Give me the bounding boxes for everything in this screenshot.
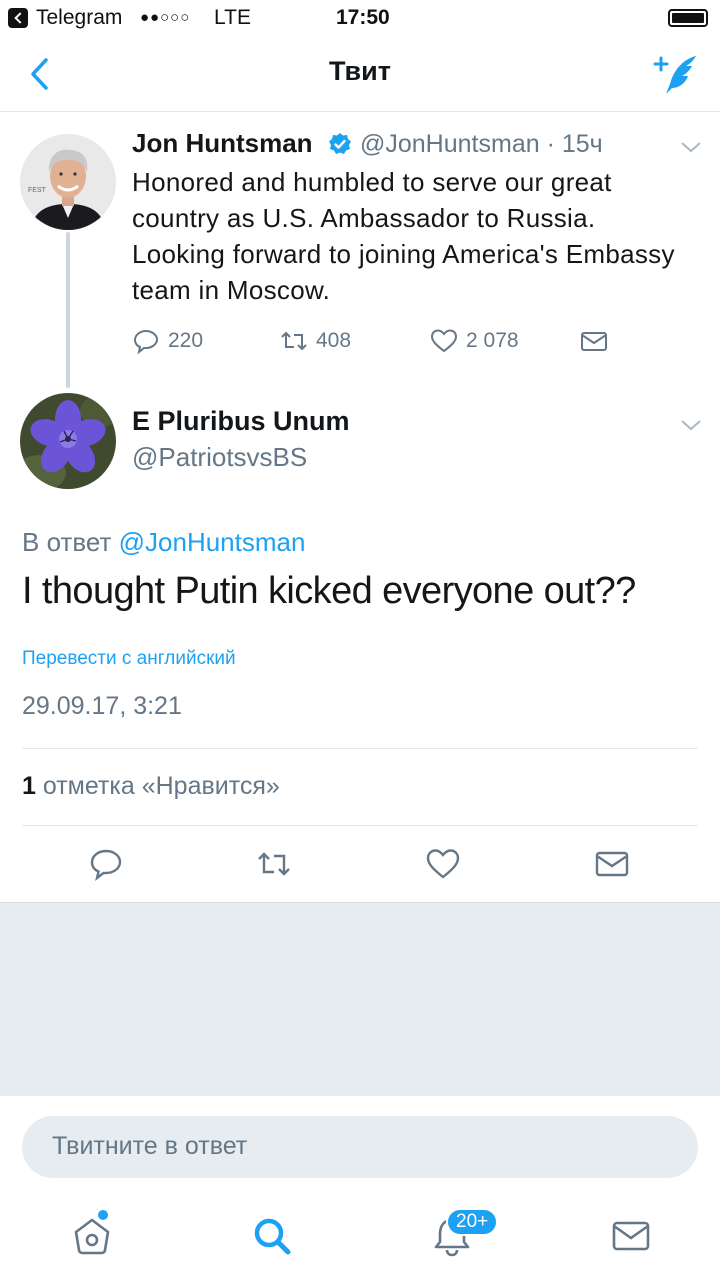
tweet-timestamp: 29.09.17, 3:21	[22, 692, 182, 720]
dm-button[interactable]	[594, 846, 630, 882]
reply-context: В ответ @JonHuntsman	[22, 527, 306, 557]
heart-icon	[426, 849, 460, 879]
reply-count: 220	[168, 329, 204, 352]
status-app-name[interactable]: Telegram	[36, 6, 122, 30]
reply-to-link[interactable]: @JonHuntsman	[119, 527, 306, 557]
author-name[interactable]: E Pluribus Unum	[132, 406, 350, 437]
reply-action[interactable]: 220	[132, 326, 203, 356]
reply-button[interactable]	[88, 846, 124, 882]
avatar[interactable]: FEST	[20, 134, 116, 230]
messages-icon[interactable]	[609, 1214, 653, 1258]
chevron-down-icon[interactable]	[680, 418, 702, 432]
like-count: 2 078	[466, 329, 519, 352]
like-action[interactable]: 2 078	[430, 326, 519, 356]
page-title: Твит	[329, 56, 391, 86]
reply-input-placeholder: Твитните в ответ	[52, 1132, 248, 1160]
tweet-text: Honored and humbled to serve our great c…	[132, 167, 675, 305]
likes-summary-label: отметка «Нравится»	[42, 772, 280, 800]
reply-input[interactable]: Твитните в ответ	[22, 1116, 698, 1178]
retweet-action[interactable]: 408	[280, 326, 351, 356]
reply-icon	[133, 329, 159, 355]
envelope-icon	[595, 851, 629, 877]
notifications-badge: 20+	[446, 1208, 499, 1236]
translate-link[interactable]: Перевести с английский	[22, 648, 236, 670]
signal-strength: ●●○○○	[140, 9, 191, 26]
thread-connector	[66, 232, 70, 388]
search-icon[interactable]	[250, 1214, 294, 1258]
reply-icon	[90, 849, 122, 881]
back-to-app-icon[interactable]	[8, 8, 28, 28]
dm-action[interactable]	[580, 326, 608, 356]
status-bar: Telegram ●●○○○ LTE 17:50	[0, 0, 720, 36]
divider	[22, 825, 698, 826]
empty-replies-area	[0, 902, 720, 1096]
network-type: LTE	[214, 6, 251, 29]
like-button[interactable]	[425, 846, 461, 882]
nav-bar: Твит	[0, 36, 720, 112]
likes-summary-count: 1	[22, 772, 36, 800]
author-handle[interactable]: @PatriotsvsBS	[132, 442, 307, 473]
envelope-icon	[581, 332, 607, 351]
divider	[22, 748, 698, 749]
compose-tweet-icon[interactable]	[652, 52, 700, 98]
status-time: 17:50	[336, 6, 390, 29]
home-unread-dot	[98, 1210, 108, 1220]
svg-text:FEST: FEST	[28, 187, 47, 194]
battery-icon	[668, 9, 708, 27]
avatar[interactable]	[20, 393, 116, 489]
verified-badge-icon	[328, 132, 352, 156]
author-name[interactable]: Jon Huntsman	[132, 128, 313, 159]
heart-icon	[430, 329, 458, 353]
retweet-icon	[258, 852, 290, 876]
retweet-count: 408	[316, 329, 352, 352]
chevron-down-icon[interactable]	[680, 140, 702, 154]
author-handle[interactable]: @JonHuntsman · 15ч	[360, 130, 603, 159]
tweet-age: · 15ч	[546, 130, 603, 158]
tweet-text: I thought Putin kicked everyone out??	[22, 570, 636, 612]
retweet-icon	[281, 331, 307, 351]
retweet-button[interactable]	[256, 846, 292, 882]
likes-summary[interactable]: 1 отметка «Нравится»	[22, 772, 280, 801]
home-icon[interactable]	[70, 1214, 114, 1258]
